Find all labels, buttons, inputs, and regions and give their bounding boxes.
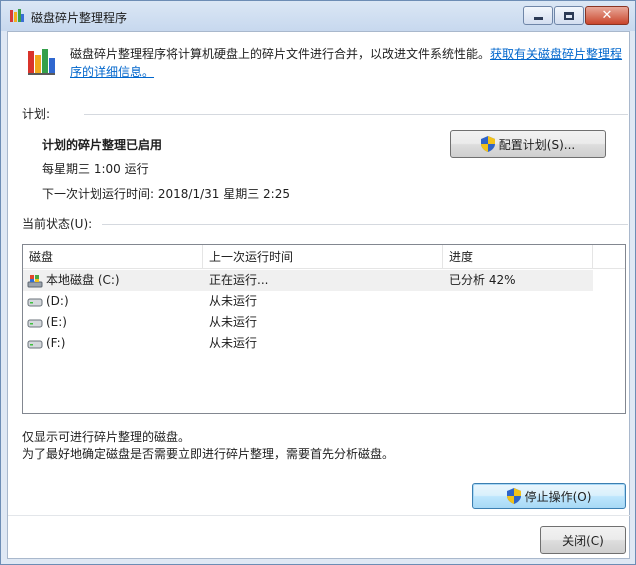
analyze-first-note: 为了最好地确定磁盘是否需要立即进行碎片整理，需要首先分析磁盘。 bbox=[22, 447, 395, 461]
defraggable-note: 仅显示可进行碎片整理的磁盘。 bbox=[22, 430, 191, 444]
column-header-disk[interactable]: 磁盘 bbox=[23, 245, 203, 269]
stop-operation-button[interactable]: 停止操作(O) bbox=[472, 483, 626, 509]
uac-shield-icon bbox=[506, 488, 521, 504]
last-run-value: 正在运行... bbox=[209, 273, 269, 287]
disk-name: (E:) bbox=[46, 315, 67, 329]
uac-shield-icon bbox=[480, 136, 495, 152]
intro-description: 磁盘碎片整理程序将计算机硬盘上的碎片文件进行合并，以改进文件系统性能。 bbox=[70, 47, 491, 61]
last-run-value: 从未运行 bbox=[209, 294, 258, 308]
client-area: 磁盘碎片整理程序将计算机硬盘上的碎片文件进行合并，以改进文件系统性能。获取有关磁… bbox=[7, 31, 631, 559]
disk-list-header: 磁盘 上一次运行时间 进度 bbox=[23, 245, 625, 269]
disk-row-f[interactable]: (F:) 从未运行 bbox=[23, 333, 625, 354]
schedule-section-label: 计划: bbox=[22, 107, 51, 121]
progress-value: 已分析 42% bbox=[449, 273, 516, 287]
close-button-label: 关闭(C) bbox=[562, 533, 604, 548]
schedule-frequency: 每星期三 1:00 运行 bbox=[42, 162, 149, 176]
drive-icon bbox=[27, 319, 43, 327]
disk-list[interactable]: 磁盘 上一次运行时间 进度 本地磁盘 (C:) 正在运行... 已分析 42% bbox=[22, 244, 626, 414]
disk-name: 本地磁盘 (C:) bbox=[46, 273, 120, 287]
status-divider bbox=[102, 224, 628, 225]
configure-schedule-button[interactable]: 配置计划(S)... bbox=[450, 130, 606, 158]
schedule-status: 计划的碎片整理已启用 bbox=[42, 138, 163, 152]
drive-icon bbox=[27, 298, 43, 306]
close-button[interactable]: 关闭(C) bbox=[540, 526, 626, 554]
column-header-last-run[interactable]: 上一次运行时间 bbox=[203, 245, 443, 269]
disk-row-d[interactable]: (D:) 从未运行 bbox=[23, 291, 625, 312]
last-run-value: 从未运行 bbox=[209, 315, 258, 329]
schedule-next-run: 下一次计划运行时间: 2018/1/31 星期三 2:25 bbox=[42, 187, 290, 201]
defrag-window: 磁盘碎片整理程序 ✕ 磁盘碎片整理程序将计算机硬盘上的碎片文件进行合并，以改进文… bbox=[0, 0, 636, 565]
stop-operation-label: 停止操作(O) bbox=[524, 489, 592, 504]
column-header-progress[interactable]: 进度 bbox=[443, 245, 593, 269]
disk-name: (D:) bbox=[46, 294, 69, 308]
disk-name: (F:) bbox=[46, 336, 66, 350]
drive-icon bbox=[27, 340, 43, 348]
schedule-divider bbox=[84, 114, 628, 115]
disk-row-e[interactable]: (E:) 从未运行 bbox=[23, 312, 625, 333]
system-drive-icon bbox=[27, 274, 43, 287]
footer-divider bbox=[8, 515, 631, 516]
defrag-header-icon bbox=[28, 49, 55, 75]
disk-row-c[interactable]: 本地磁盘 (C:) 正在运行... 已分析 42% bbox=[23, 270, 593, 291]
configure-schedule-label: 配置计划(S)... bbox=[498, 137, 576, 152]
intro-text-block: 磁盘碎片整理程序将计算机硬盘上的碎片文件进行合并，以改进文件系统性能。获取有关磁… bbox=[70, 45, 630, 81]
last-run-value: 从未运行 bbox=[209, 336, 258, 350]
current-status-label: 当前状态(U): bbox=[22, 217, 93, 231]
